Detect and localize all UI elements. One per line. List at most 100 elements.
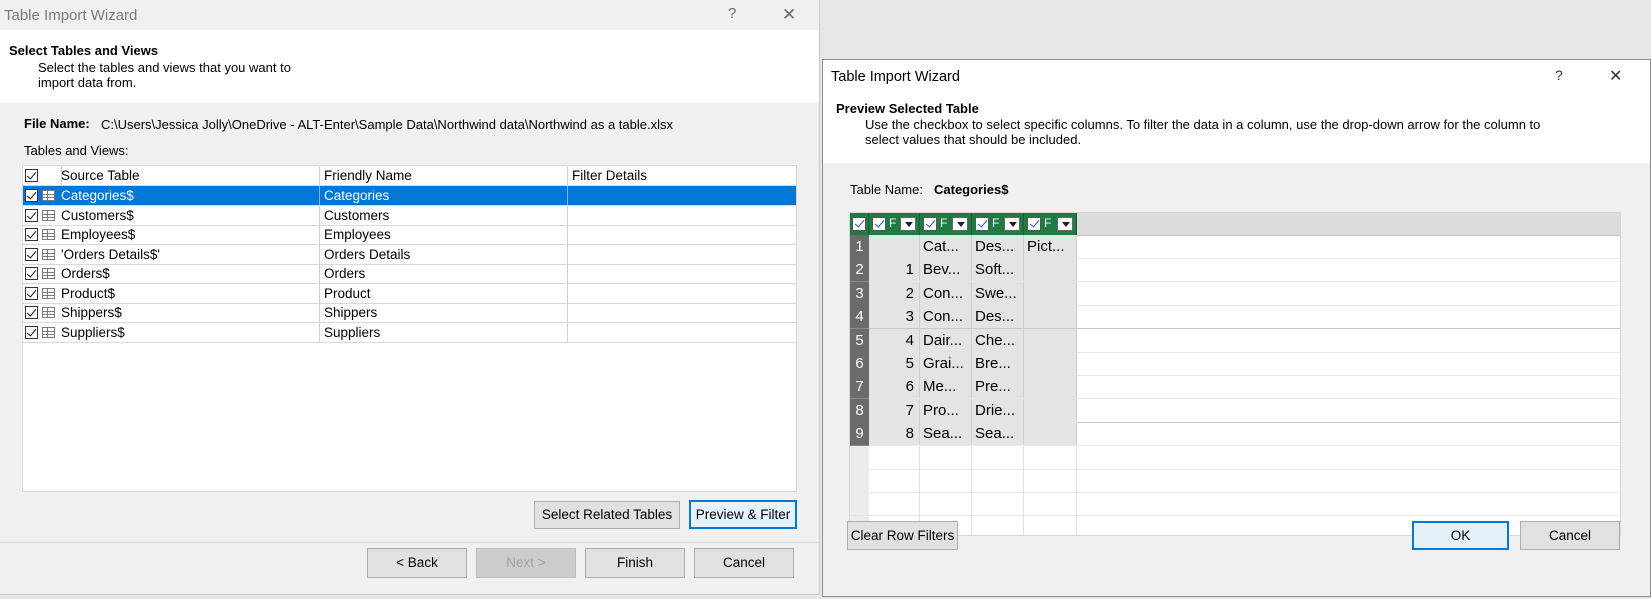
preview-header-title: Preview Selected Table xyxy=(836,101,979,116)
ok-button[interactable]: OK xyxy=(1412,521,1509,550)
filter-details-cell xyxy=(568,245,796,264)
clear-row-filters-button[interactable]: Clear Row Filters xyxy=(847,521,958,550)
column-filter-dropdown-icon[interactable] xyxy=(900,217,916,231)
preview-cell: Bre... xyxy=(972,352,1024,375)
table-row[interactable]: Categories$ Categories xyxy=(23,186,796,206)
row-checkbox[interactable] xyxy=(25,208,38,222)
help-icon[interactable]: ? xyxy=(728,5,736,22)
preview-filter-button[interactable]: Preview & Filter xyxy=(689,500,797,529)
preview-select-all-checkbox[interactable] xyxy=(852,217,866,231)
table-icon xyxy=(42,209,55,221)
preview-row: 8 Sea... Sea... xyxy=(869,422,1620,447)
friendly-name-cell[interactable]: Shippers xyxy=(320,303,568,322)
column-checkbox[interactable] xyxy=(1027,217,1041,231)
preview-header: Preview Selected Table Use the checkbox … xyxy=(823,93,1650,163)
table-name-label: Table Name: xyxy=(850,182,923,197)
friendly-name-cell[interactable]: Orders Details xyxy=(320,244,568,264)
friendly-name-cell[interactable]: Orders xyxy=(320,264,568,283)
column-checkbox[interactable] xyxy=(975,217,989,231)
row-checkbox[interactable] xyxy=(25,306,38,319)
column-filter-dropdown-icon[interactable] xyxy=(952,217,968,231)
row-checkbox[interactable] xyxy=(25,247,38,261)
row-checkbox[interactable] xyxy=(25,189,38,202)
preview-cancel-button[interactable]: Cancel xyxy=(1520,521,1620,550)
preview-cell: Me... xyxy=(920,375,972,399)
friendly-name-cell[interactable]: Suppliers xyxy=(320,322,568,342)
row-number: 9 xyxy=(850,422,869,447)
column-name: F xyxy=(940,216,948,230)
empty-cell xyxy=(920,492,972,516)
table-row[interactable]: Customers$ Customers xyxy=(23,205,796,226)
next-button[interactable]: Next > xyxy=(476,548,576,578)
row-checkbox[interactable] xyxy=(25,228,38,241)
column-header-source-table[interactable]: Source Table xyxy=(57,166,320,185)
row-checkbox[interactable] xyxy=(25,267,38,280)
column-checkbox[interactable] xyxy=(872,217,886,231)
column-filter-dropdown-icon[interactable] xyxy=(1004,217,1020,231)
table-icon xyxy=(42,287,55,299)
preview-row: 1 Bev... Soft... xyxy=(869,258,1620,283)
back-button[interactable]: < Back xyxy=(367,548,467,578)
table-row[interactable]: Suppliers$ Suppliers xyxy=(23,322,796,343)
preview-header-row: F F F F xyxy=(850,213,1620,236)
select-all-checkbox[interactable] xyxy=(25,169,38,182)
table-name-value: Categories$ xyxy=(934,182,1009,197)
table-row[interactable]: Shippers$ Shippers xyxy=(23,303,796,323)
empty-cell xyxy=(972,445,1024,469)
preview-data-grid: F F F F 1 Cat... Des... Pict... 2 1 Bev... Soft… xyxy=(849,212,1621,536)
column-filter-dropdown-icon[interactable] xyxy=(1057,217,1073,231)
table-row[interactable]: Orders$ Orders xyxy=(23,264,796,284)
filter-details-cell xyxy=(568,284,796,303)
table-row[interactable]: Employees$ Employees xyxy=(23,225,796,245)
preview-cell xyxy=(1024,305,1077,329)
source-table-cell: Orders$ xyxy=(57,264,320,283)
preview-cell: 3 xyxy=(869,305,920,329)
preview-cell: Con... xyxy=(920,305,972,329)
preview-cell: Swe... xyxy=(972,281,1024,305)
preview-column-header: F xyxy=(920,213,972,235)
column-checkbox[interactable] xyxy=(923,217,937,231)
table-icon xyxy=(42,229,55,240)
preview-row: 7 Pro... Drie... xyxy=(869,398,1620,423)
preview-cell xyxy=(1024,352,1077,375)
friendly-name-cell[interactable]: Employees xyxy=(320,225,568,244)
header-description-line2: import data from. xyxy=(38,75,137,90)
row-checkbox[interactable] xyxy=(25,286,38,300)
preview-select-all-header xyxy=(850,213,869,235)
preview-wizard-window: Table Import Wizard ? ✕ Preview Selected… xyxy=(822,59,1651,597)
preview-cell: Sea... xyxy=(920,422,972,446)
empty-cell xyxy=(1024,469,1077,492)
column-header-friendly-name[interactable]: Friendly Name xyxy=(320,166,568,185)
source-table-cell: Categories$ xyxy=(57,186,320,205)
source-table-cell: Customers$ xyxy=(57,205,320,225)
close-icon[interactable]: ✕ xyxy=(782,5,796,25)
preview-help-icon[interactable]: ? xyxy=(1555,67,1563,83)
preview-cell: Grai... xyxy=(920,352,972,375)
grid-header-row: Source Table Friendly Name Filter Detail… xyxy=(23,166,796,186)
empty-cell xyxy=(972,492,1024,516)
friendly-name-cell[interactable]: Categories xyxy=(320,186,568,205)
preview-column-header: F xyxy=(869,213,920,235)
row-checkbox[interactable] xyxy=(25,325,38,339)
source-table-cell: 'Orders Details$' xyxy=(57,244,320,264)
tables-and-views-label: Tables and Views: xyxy=(24,143,129,158)
row-number: 7 xyxy=(850,375,869,400)
friendly-name-cell[interactable]: Product xyxy=(320,283,568,303)
friendly-name-cell[interactable]: Customers xyxy=(320,205,568,225)
select-related-tables-button[interactable]: Select Related Tables xyxy=(534,501,680,529)
preview-cell: 4 xyxy=(869,328,920,352)
column-name: F xyxy=(889,216,897,230)
column-header-filter-details[interactable]: Filter Details xyxy=(568,166,796,185)
cancel-button[interactable]: Cancel xyxy=(694,548,794,578)
row-number: 8 xyxy=(850,398,869,423)
empty-cell xyxy=(1024,515,1077,535)
filter-details-cell xyxy=(568,264,796,283)
preview-cell: 8 xyxy=(869,422,920,446)
preview-cell: 2 xyxy=(869,281,920,305)
filter-details-cell xyxy=(568,225,796,244)
table-row[interactable]: Product$ Product xyxy=(23,283,796,304)
finish-button[interactable]: Finish xyxy=(585,548,685,578)
preview-close-icon[interactable]: ✕ xyxy=(1609,66,1622,86)
table-row[interactable]: 'Orders Details$' Orders Details xyxy=(23,244,796,265)
filter-details-cell xyxy=(568,303,796,322)
